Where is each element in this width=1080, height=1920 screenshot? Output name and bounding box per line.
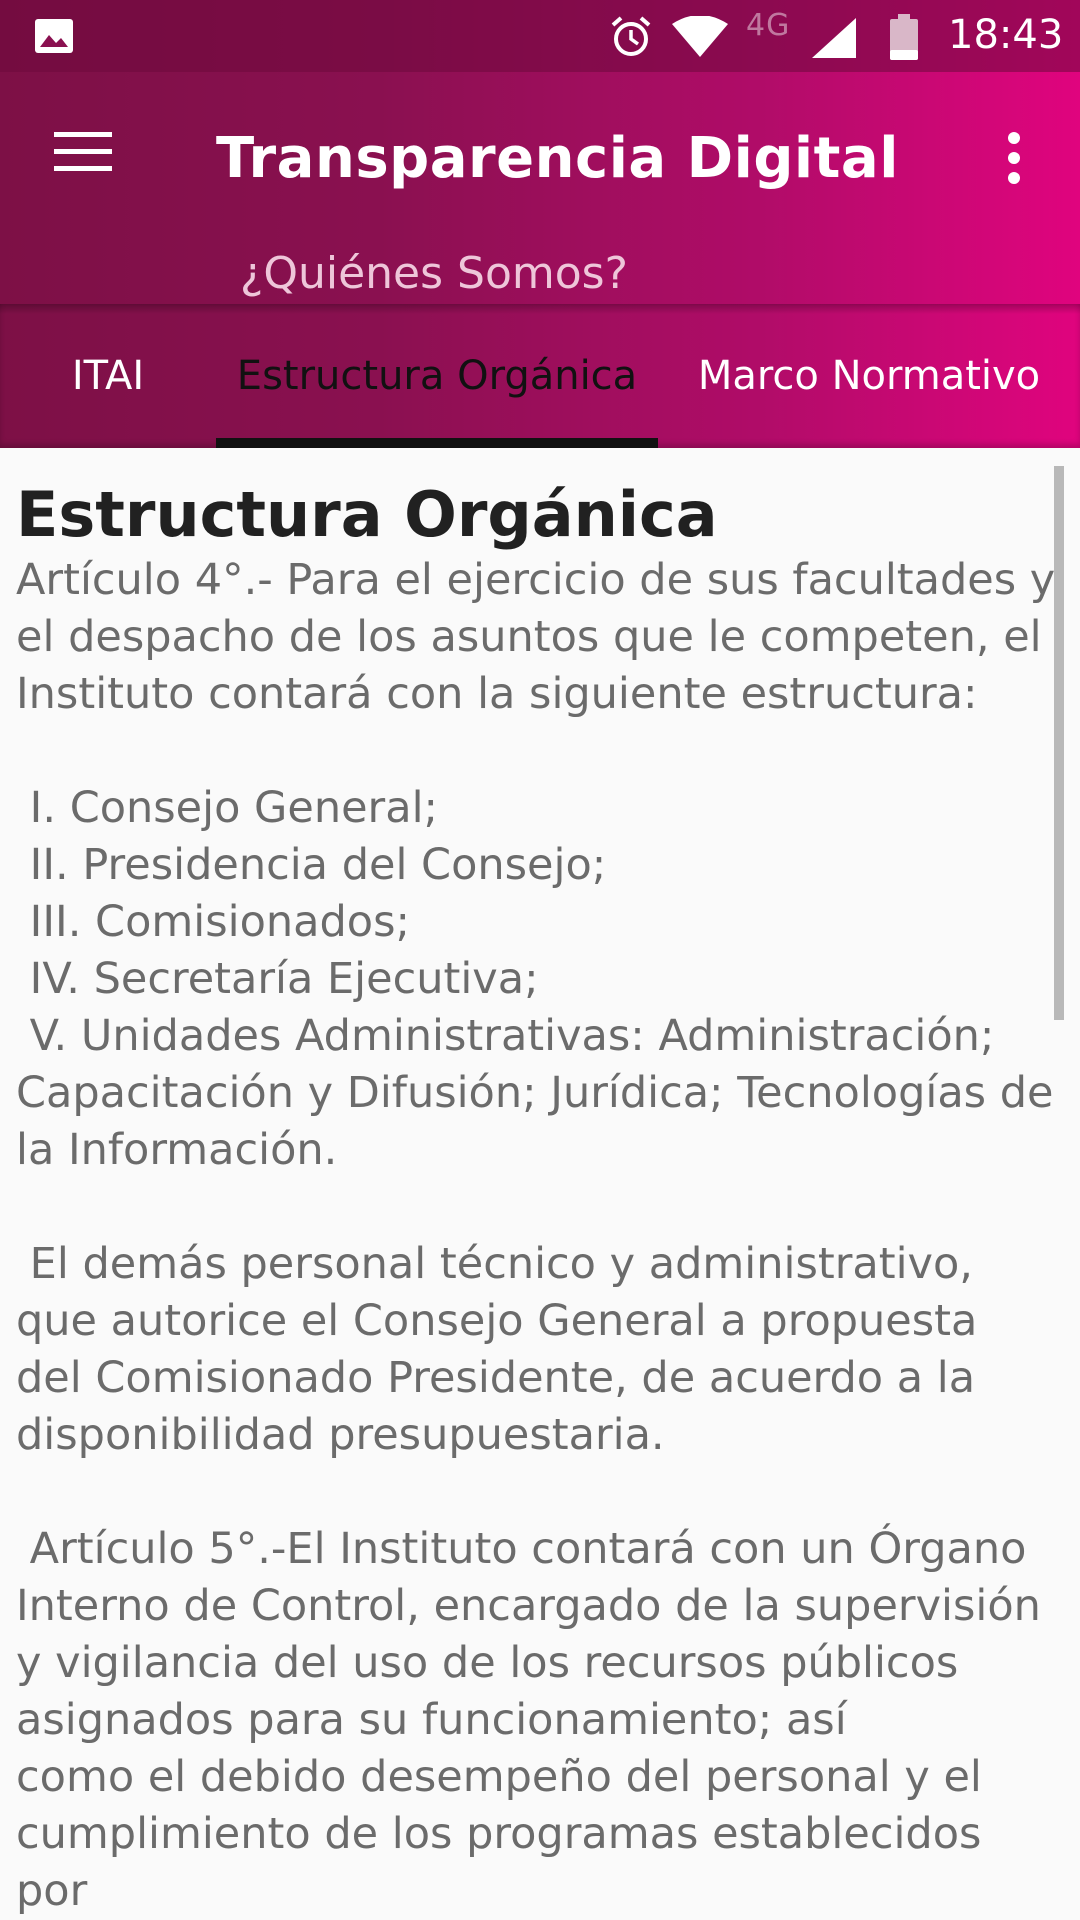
- app-header: 4G 18:43 Transparencia Digital ¿Quiénes …: [0, 0, 1080, 448]
- overflow-menu-icon[interactable]: [1000, 128, 1028, 188]
- content-heading: Estructura Orgánica: [16, 478, 718, 551]
- status-clock: 18:43: [948, 12, 1064, 58]
- tab-marco-normativo[interactable]: Marco Normativo: [658, 304, 1080, 448]
- battery-icon: [890, 14, 918, 60]
- alarm-icon: [611, 16, 651, 56]
- tab-estructura-organica[interactable]: Estructura Orgánica: [216, 304, 658, 448]
- gallery-icon: [35, 19, 73, 53]
- content-scroll-area[interactable]: Estructura Orgánica Artículo 4°.- Para e…: [0, 448, 1080, 1920]
- active-tab-indicator: [216, 438, 658, 448]
- app-title: Transparencia Digital: [216, 126, 899, 191]
- network-type-label: 4G: [746, 8, 791, 43]
- app-screen: 4G 18:43 Transparencia Digital ¿Quiénes …: [0, 0, 1080, 1920]
- signal-icon: [812, 18, 856, 58]
- scrollbar[interactable]: [1054, 466, 1064, 1020]
- menu-icon[interactable]: [54, 132, 112, 172]
- content-body-text: Artículo 4°.- Para el ejercicio de sus f…: [16, 555, 1056, 1916]
- page-subtitle: ¿Quiénes Somos?: [240, 248, 628, 299]
- wifi-icon: [672, 16, 728, 57]
- toolbar: Transparencia Digital: [0, 72, 1080, 240]
- tab-itai[interactable]: ITAI: [0, 304, 216, 448]
- status-bar: 4G 18:43: [0, 0, 1080, 72]
- tab-bar: ITAI Estructura Orgánica Marco Normativo: [0, 304, 1080, 448]
